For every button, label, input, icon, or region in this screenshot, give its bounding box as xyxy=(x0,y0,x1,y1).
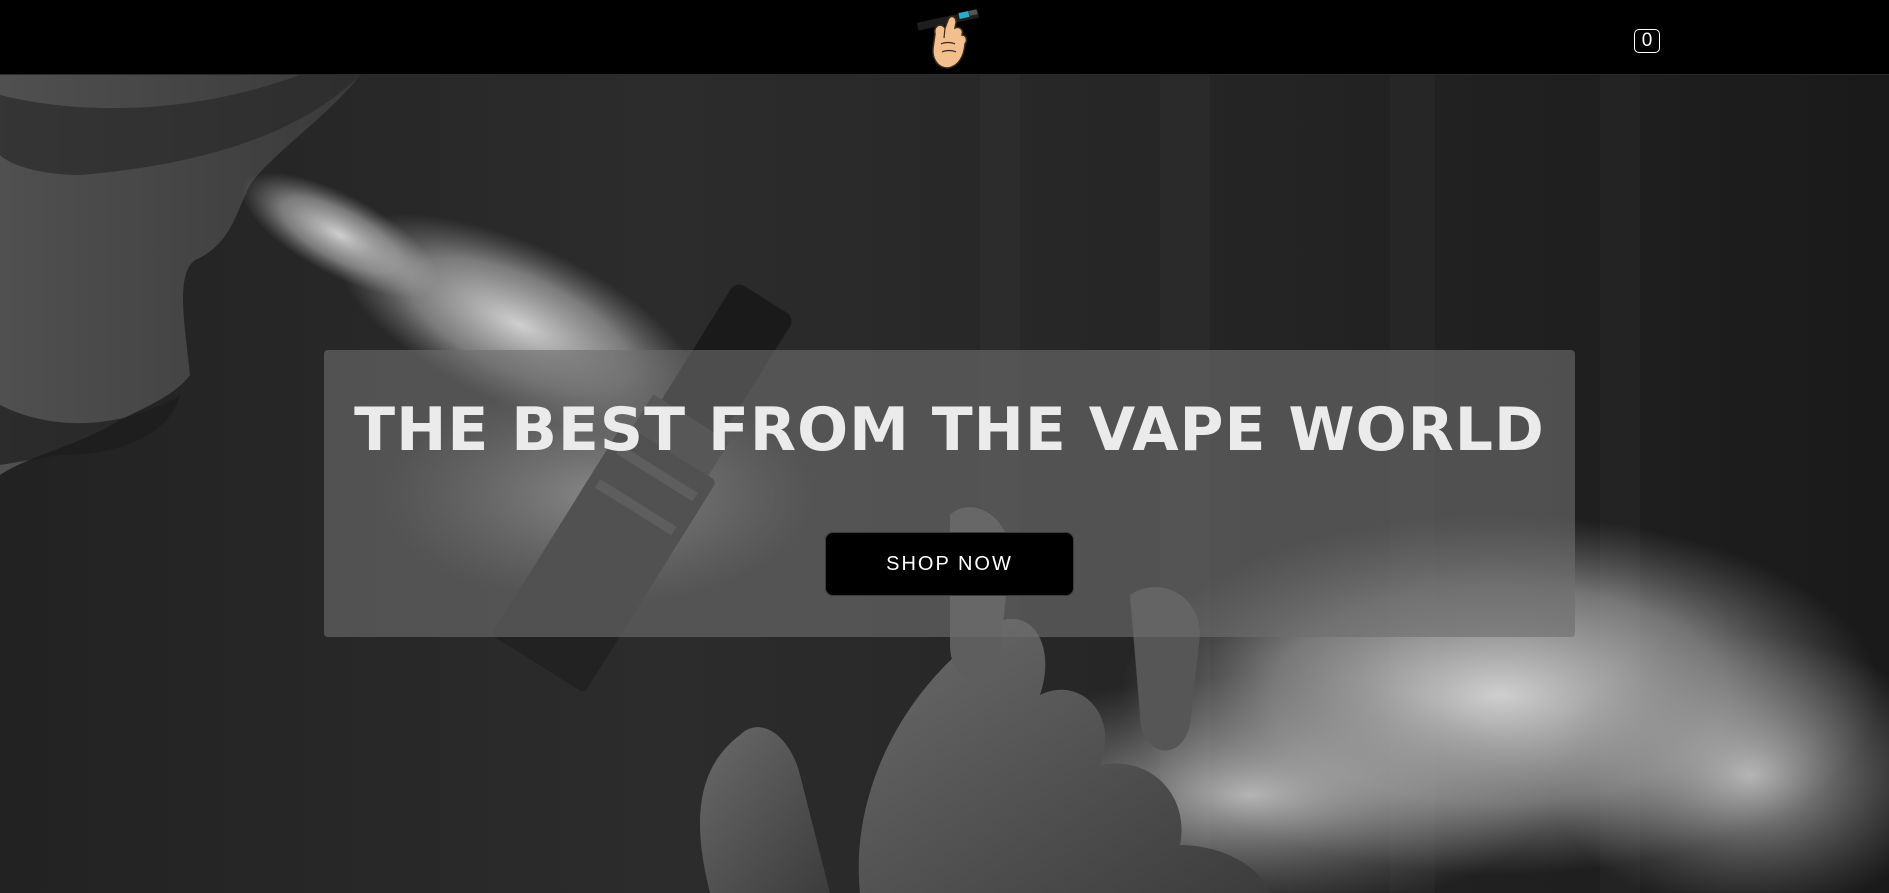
shop-now-button[interactable]: SHOP NOW xyxy=(825,532,1074,596)
hero-banner: THE BEST FROM THE VAPE WORLD SHOP NOW xyxy=(0,75,1889,893)
hero-panel: THE BEST FROM THE VAPE WORLD SHOP NOW xyxy=(324,350,1575,637)
top-navbar: 0 xyxy=(0,0,1889,75)
hand-holding-vape-icon[interactable] xyxy=(915,4,987,72)
hero-title: THE BEST FROM THE VAPE WORLD xyxy=(354,395,1545,465)
cart-count-badge[interactable]: 0 xyxy=(1634,29,1660,53)
